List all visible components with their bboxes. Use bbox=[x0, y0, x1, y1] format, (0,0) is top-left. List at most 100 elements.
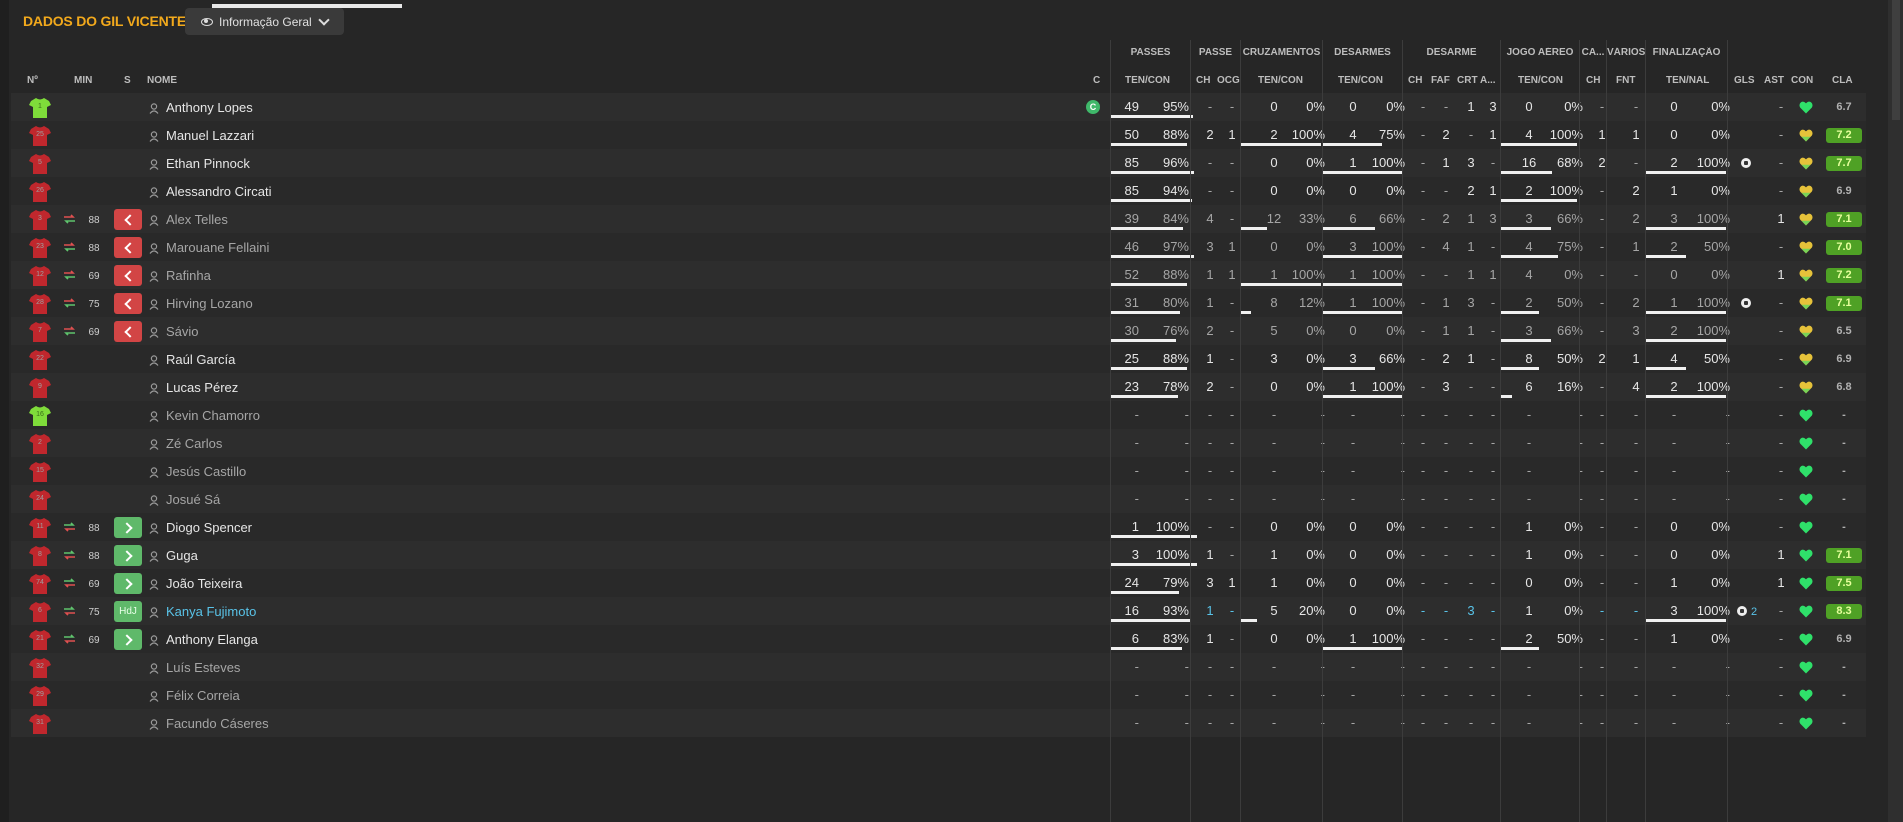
table-row[interactable]: 25 Manuel Lazzari 50 88% 2 1 2 100% 4 75% -2-1 4 100… bbox=[11, 121, 1866, 149]
column-header-ast[interactable]: AST bbox=[1764, 75, 1784, 86]
column-header-cla[interactable]: CLA bbox=[1832, 75, 1853, 86]
passes-bar bbox=[1111, 647, 1182, 650]
column-header-aereo[interactable]: TEN/CON bbox=[1518, 75, 1563, 86]
column-header-final[interactable]: TEN/NAL bbox=[1666, 75, 1709, 86]
table-row[interactable]: 6 75 HdJ Kanya Fujimoto 16 93% 1-5 20% 0 0% - -3-1 0… bbox=[11, 597, 1866, 625]
player-name[interactable]: Anthony Lopes bbox=[166, 100, 253, 115]
sub-in-button[interactable] bbox=[114, 573, 142, 594]
player-name[interactable]: Rafinha bbox=[166, 268, 211, 283]
table-row[interactable]: 22 Raúl García 25 88% 1-3 0% 3 66% -2 1-8 50% 2 1 4 50… bbox=[11, 345, 1866, 373]
table-row[interactable]: 8 88 Guga 3 100% 1-1 0% 0 0% - - - -1 0% - -0 0% 1 7.1 bbox=[11, 541, 1866, 569]
player-name[interactable]: Marouane Fellaini bbox=[166, 240, 269, 255]
column-header-desarmes[interactable]: TEN/CON bbox=[1338, 75, 1383, 86]
player-name[interactable]: Facundo Cáseres bbox=[166, 716, 269, 731]
player-name[interactable]: Manuel Lazzari bbox=[166, 128, 254, 143]
table-row[interactable]: 9 Lucas Pérez 23 78% 2-0 0% 1 100% -3- -6 16% -4 2 10… bbox=[11, 373, 1866, 401]
sub-in-button[interactable] bbox=[114, 545, 142, 566]
player-name[interactable]: Alex Telles bbox=[166, 212, 228, 227]
shots-on-target-pct: 0% bbox=[1711, 631, 1730, 646]
player-name[interactable]: Guga bbox=[166, 548, 198, 563]
crosses-attempted: 0 bbox=[1270, 519, 1278, 534]
column-header-des-ch[interactable]: CH bbox=[1408, 75, 1422, 86]
column-header-cruz[interactable]: TEN/CON bbox=[1258, 75, 1303, 86]
table-row[interactable]: 16Kevin Chamorro-------------------- bbox=[11, 401, 1866, 429]
column-header-ca-ch[interactable]: CH bbox=[1586, 75, 1600, 86]
condition-heart-icon bbox=[1799, 353, 1813, 366]
table-row[interactable]: 5 Ethan Pinnock 85 96% - -0 0% 1 100% -1 3-16 68% 2-… bbox=[11, 149, 1866, 177]
player-name[interactable]: Luís Esteves bbox=[166, 660, 240, 675]
player-name[interactable]: Félix Correia bbox=[166, 688, 240, 703]
column-header-passe-ch[interactable]: CH bbox=[1196, 75, 1210, 86]
table-row[interactable]: 26 Alessandro Circati 85 94% - -0 0% 0 0% - -2 1 2 10… bbox=[11, 177, 1866, 205]
person-icon bbox=[149, 325, 159, 338]
table-row[interactable]: 11 88 Diogo Spencer 1 100% - -0 0% 0 0% - - - -1 0% - -0… bbox=[11, 513, 1866, 541]
crosses-attempted: 2 bbox=[1270, 127, 1278, 142]
crosses-attempted: 0 bbox=[1270, 99, 1278, 114]
table-row[interactable]: 31Facundo Cáseres-------------------- bbox=[11, 709, 1866, 737]
scrollbar-thumb[interactable] bbox=[1892, 0, 1900, 120]
column-header-gls[interactable]: GLS bbox=[1734, 75, 1755, 86]
passes-completed-pct: 83% bbox=[1162, 631, 1189, 646]
tackle-key: - bbox=[1420, 239, 1426, 254]
column-header-des-faf[interactable]: FAF bbox=[1431, 75, 1450, 86]
sub-out-button[interactable] bbox=[114, 237, 142, 258]
column-header-name[interactable]: NOME bbox=[147, 75, 177, 86]
assists: - bbox=[1778, 631, 1784, 646]
sub-in-button[interactable]: HdJ bbox=[114, 601, 142, 622]
table-row[interactable]: 3 88 Alex Telles 39 84% 4-12 33% 6 66% -2 1 3 3 66% -2… bbox=[11, 205, 1866, 233]
table-row[interactable]: 1 Anthony Lopes C 49 95% - -0 0% 0 0% - -1 3 0 0% - -0 0%… bbox=[11, 93, 1866, 121]
table-row[interactable]: 24Josué Sá-------------------- bbox=[11, 485, 1866, 513]
column-header-con[interactable]: CON bbox=[1791, 75, 1813, 86]
column-header-c[interactable]: C bbox=[1093, 75, 1100, 86]
player-name[interactable]: Hirving Lozano bbox=[166, 296, 253, 311]
player-name[interactable]: Anthony Elanga bbox=[166, 632, 258, 647]
kit-shirt-icon: 15 bbox=[29, 461, 51, 482]
table-row[interactable]: 15Jesús Castillo-------------------- bbox=[11, 457, 1866, 485]
column-header-num[interactable]: Nº bbox=[27, 75, 38, 86]
sub-out-button[interactable] bbox=[114, 265, 142, 286]
column-header-des-a[interactable]: A... bbox=[1480, 75, 1496, 86]
clear-chances: - bbox=[1229, 463, 1235, 478]
table-row[interactable]: 21 69 Anthony Elanga 6 83% 1-0 0% 1 100% - - - -2 50%… bbox=[11, 625, 1866, 653]
player-name[interactable]: Kanya Fujimoto bbox=[166, 604, 256, 619]
player-name[interactable]: Josué Sá bbox=[166, 492, 220, 507]
column-header-passe-ocg[interactable]: OCG bbox=[1217, 75, 1240, 86]
player-name[interactable]: Diogo Spencer bbox=[166, 520, 252, 535]
table-row[interactable]: 28 75 Hirving Lozano 31 80% 1-8 12% 1 100% -1 3-2 5… bbox=[11, 289, 1866, 317]
sub-out-button[interactable] bbox=[114, 293, 142, 314]
sub-in-button[interactable] bbox=[114, 517, 142, 538]
tackles-attempted: 1 bbox=[1349, 267, 1357, 282]
column-header-s[interactable]: S bbox=[124, 75, 131, 86]
player-name[interactable]: Lucas Pérez bbox=[166, 380, 238, 395]
table-row[interactable]: 7 69 Sávio 30 76% 2-5 0% 0 0% -1 1-3 66% -3 2 100% -6.5 bbox=[11, 317, 1866, 345]
table-row[interactable]: 12 69 Rafinha 52 88% 1 1 1 100% 1 100% - -1 1 4 0% - -0 0%… bbox=[11, 261, 1866, 289]
player-name[interactable]: João Teixeira bbox=[166, 576, 242, 591]
column-header-des-crt[interactable]: CRT bbox=[1457, 75, 1478, 86]
table-row[interactable]: 29Félix Correia-------------------- bbox=[11, 681, 1866, 709]
sub-out-button[interactable] bbox=[114, 321, 142, 342]
sub-out-button[interactable] bbox=[114, 209, 142, 230]
match-rating: - bbox=[1842, 717, 1846, 729]
column-header-varios-fnt[interactable]: FNT bbox=[1616, 75, 1635, 86]
column-header-min[interactable]: MIN bbox=[74, 75, 92, 86]
player-name[interactable]: Kevin Chamorro bbox=[166, 408, 260, 423]
player-name[interactable]: Sávio bbox=[166, 324, 199, 339]
interceptions: 1 bbox=[1489, 127, 1497, 142]
table-row[interactable]: 32Luís Esteves-------------------- bbox=[11, 653, 1866, 681]
column-header-passes[interactable]: TEN/CON bbox=[1125, 75, 1170, 86]
assists: - bbox=[1778, 155, 1784, 170]
aerials-bar bbox=[1500, 255, 1558, 258]
sub-in-button[interactable] bbox=[114, 629, 142, 650]
player-name[interactable]: Jesús Castillo bbox=[166, 464, 246, 479]
passes-attempted: 85 bbox=[1124, 155, 1139, 170]
shots-on-target-pct: - bbox=[1682, 688, 1730, 702]
player-name[interactable]: Raúl García bbox=[166, 352, 235, 367]
player-name[interactable]: Ethan Pinnock bbox=[166, 156, 250, 171]
table-row[interactable]: 74 69 João Teixeira 24 79% 3 1 1 0% 0 0% - - - -0 0% - -1… bbox=[11, 569, 1866, 597]
table-row[interactable]: 2Zé Carlos-------------------- bbox=[11, 429, 1866, 457]
player-name[interactable]: Alessandro Circati bbox=[166, 184, 272, 199]
table-row[interactable]: 23 88 Marouane Fellaini 46 97% 3 1 0 0% 3 100% -4 1-… bbox=[11, 233, 1866, 261]
view-selector-button[interactable]: Informação Geral bbox=[185, 8, 344, 35]
player-name[interactable]: Zé Carlos bbox=[166, 436, 222, 451]
vertical-scrollbar[interactable] bbox=[1888, 0, 1903, 822]
